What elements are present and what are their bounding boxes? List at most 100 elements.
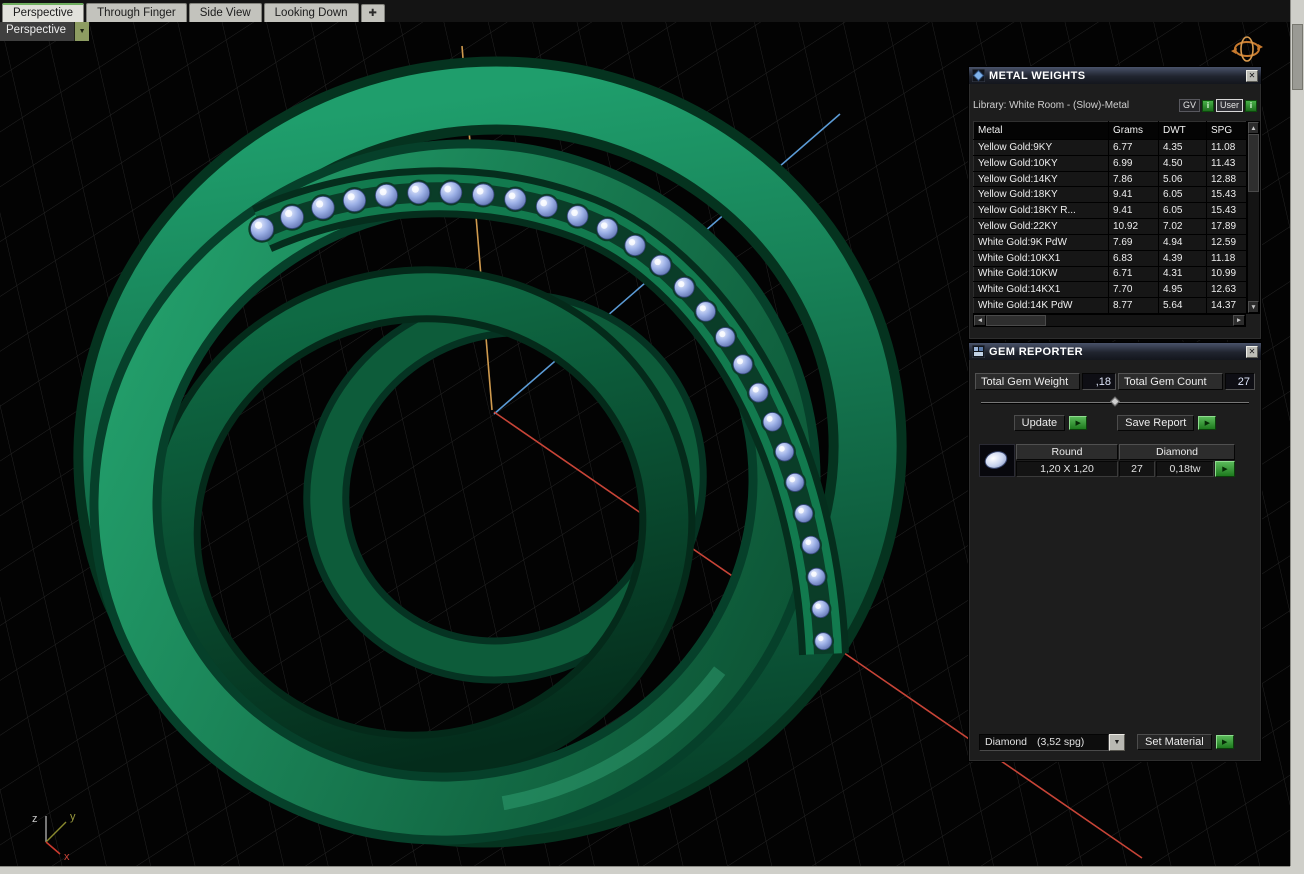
scroll-down-icon[interactable]: ▼ (1248, 301, 1259, 313)
cell-metal: Yellow Gold:14KY (973, 170, 1109, 188)
cell-grams: 6.71 (1108, 265, 1159, 283)
gv-button[interactable]: GV (1178, 99, 1200, 112)
hscroll-thumb[interactable] (986, 315, 1046, 326)
tab-perspective[interactable]: Perspective (2, 3, 85, 22)
material-dropdown[interactable]: Diamond (3,52 spg) (979, 733, 1109, 751)
cell-spg: 11.43 (1206, 154, 1247, 172)
tab-through-finger[interactable]: Through Finger (86, 3, 187, 22)
library-row: Library: White Room - (Slow)-Metal GV i … (973, 98, 1257, 113)
gem-thumbnail[interactable] (979, 444, 1015, 477)
gem-weight-cell: 0,18tw (1156, 461, 1214, 477)
scroll-right-icon[interactable]: ► (1233, 315, 1245, 326)
cell-metal: White Gold:10KW (973, 265, 1109, 283)
cell-grams: 10.92 (1108, 218, 1159, 235)
dropdown-caret-icon[interactable]: ▼ (1109, 733, 1125, 751)
table-row[interactable]: White Gold:14KX1 7.70 4.95 12.63 (973, 281, 1247, 299)
update-play-icon[interactable]: ▶ (1069, 416, 1088, 430)
slider-thumb[interactable] (1110, 396, 1120, 407)
x-axis-label: x (64, 851, 70, 863)
table-vertical-scrollbar[interactable]: ▲ ▼ (1247, 121, 1260, 314)
gem-slider[interactable] (979, 396, 1251, 408)
cell-metal: Yellow Gold:9KY (973, 139, 1109, 156)
cell-spg: 17.89 (1206, 218, 1247, 235)
cell-spg: 12.63 (1206, 281, 1247, 299)
vscroll-thumb[interactable] (1248, 134, 1259, 192)
table-row[interactable]: White Gold:14K PdW 8.77 5.64 14.37 (973, 297, 1247, 314)
cell-metal: Yellow Gold:10KY (973, 154, 1109, 172)
metal-weights-icon (972, 69, 985, 82)
cell-metal: Yellow Gold:18KY R... (973, 202, 1109, 220)
update-button[interactable]: Update (1013, 415, 1066, 431)
gem-count-cell: 27 (1119, 461, 1155, 477)
window-vertical-scrollbar[interactable] (1290, 0, 1304, 866)
table-row[interactable]: Yellow Gold:18KY R... 9.41 6.05 15.43 (973, 202, 1247, 220)
table-row[interactable]: White Gold:10KX1 6.83 4.39 11.18 (973, 249, 1247, 267)
cell-spg: 12.88 (1206, 170, 1247, 188)
user-info-icon[interactable]: i (1245, 99, 1257, 112)
rotate-view-icon (1231, 36, 1263, 62)
gem-reporter-panel: GEM REPORTER ✕ Total Gem Weight ,18 Tota… (968, 342, 1262, 762)
cell-grams: 8.77 (1108, 297, 1159, 314)
window-horizontal-scrollbar[interactable] (0, 866, 1290, 874)
table-row[interactable]: White Gold:10KW 6.71 4.31 10.99 (973, 265, 1247, 283)
col-spg[interactable]: SPG (1206, 121, 1247, 140)
cell-metal: White Gold:14K PdW (973, 297, 1109, 314)
cplane-axis-gizmo: z y x (32, 811, 76, 863)
cell-spg: 14.37 (1206, 297, 1247, 314)
cell-dwt: 6.05 (1158, 186, 1207, 204)
save-report-play-icon[interactable]: ▶ (1198, 416, 1217, 430)
cell-metal: White Gold:10KX1 (973, 249, 1109, 267)
cell-dwt: 4.95 (1158, 281, 1207, 299)
scroll-left-icon[interactable]: ◄ (974, 315, 986, 326)
material-row: Diamond (3,52 spg) ▼ Set Material ▶ (979, 733, 1253, 751)
cell-grams: 9.41 (1108, 186, 1159, 204)
cell-dwt: 5.64 (1158, 297, 1207, 314)
metal-weights-titlebar[interactable]: METAL WEIGHTS ✕ (969, 67, 1261, 84)
cell-dwt: 7.02 (1158, 218, 1207, 235)
scroll-up-icon[interactable]: ▲ (1248, 122, 1259, 134)
window-vscroll-thumb[interactable] (1292, 24, 1303, 90)
table-row[interactable]: Yellow Gold:14KY 7.86 5.06 12.88 (973, 170, 1247, 188)
col-dwt[interactable]: DWT (1158, 121, 1207, 140)
cell-metal: Yellow Gold:18KY (973, 186, 1109, 204)
gv-info-icon[interactable]: i (1201, 99, 1214, 112)
total-gem-count-value[interactable]: 27 (1225, 373, 1255, 390)
save-report-button[interactable]: Save Report (1117, 415, 1195, 431)
tab-looking-down[interactable]: Looking Down (263, 3, 359, 22)
cell-dwt: 4.94 (1158, 233, 1207, 251)
cell-grams: 6.77 (1108, 139, 1159, 156)
table-row[interactable]: Yellow Gold:10KY 6.99 4.50 11.43 (973, 154, 1247, 172)
gem-shape-header: Round (1016, 444, 1118, 460)
col-grams[interactable]: Grams (1108, 121, 1159, 140)
chevron-down-icon[interactable]: ▼ (74, 22, 90, 41)
table-row[interactable]: Yellow Gold:22KY 10.92 7.02 17.89 (973, 218, 1247, 235)
close-icon[interactable]: ✕ (1246, 69, 1258, 82)
set-material-button[interactable]: Set Material (1137, 734, 1212, 750)
gem-reporter-titlebar[interactable]: GEM REPORTER ✕ (969, 343, 1261, 360)
set-material-play-icon[interactable]: ▶ (1215, 735, 1234, 749)
viewport-title: Perspective (0, 22, 75, 41)
table-horizontal-scrollbar[interactable]: ◄ ► (973, 314, 1246, 327)
tab-side-view[interactable]: Side View (188, 3, 262, 22)
add-view-tab[interactable]: ✚ (360, 4, 385, 22)
metal-weights-table: Metal Grams DWT SPG Yellow Gold:9KY 6.77… (973, 121, 1247, 314)
col-metal[interactable]: Metal (973, 121, 1109, 140)
cell-spg: 12.59 (1206, 233, 1247, 251)
cell-grams: 6.99 (1108, 154, 1159, 172)
table-header-row: Metal Grams DWT SPG (973, 121, 1247, 140)
total-gem-weight-label: Total Gem Weight (975, 373, 1080, 390)
y-axis-label: y (70, 811, 76, 823)
close-icon[interactable]: ✕ (1246, 345, 1258, 358)
material-dropdown-spg: (3,52 spg) (1037, 736, 1085, 748)
table-row[interactable]: Yellow Gold:9KY 6.77 4.35 11.08 (973, 139, 1247, 156)
table-row[interactable]: White Gold:9K PdW 7.69 4.94 12.59 (973, 233, 1247, 251)
cell-metal: Yellow Gold:22KY (973, 218, 1109, 235)
viewport-title-menu[interactable]: Perspective ▼ (0, 22, 90, 41)
z-axis-label: z (32, 813, 38, 825)
scrollbar-corner (1290, 866, 1304, 874)
table-row[interactable]: Yellow Gold:18KY 9.41 6.05 15.43 (973, 186, 1247, 204)
total-gem-weight-value[interactable]: ,18 (1082, 373, 1116, 390)
gem-row-play-icon[interactable]: ▶ (1215, 461, 1235, 477)
cell-metal: White Gold:9K PdW (973, 233, 1109, 251)
user-button[interactable]: User (1215, 99, 1243, 112)
